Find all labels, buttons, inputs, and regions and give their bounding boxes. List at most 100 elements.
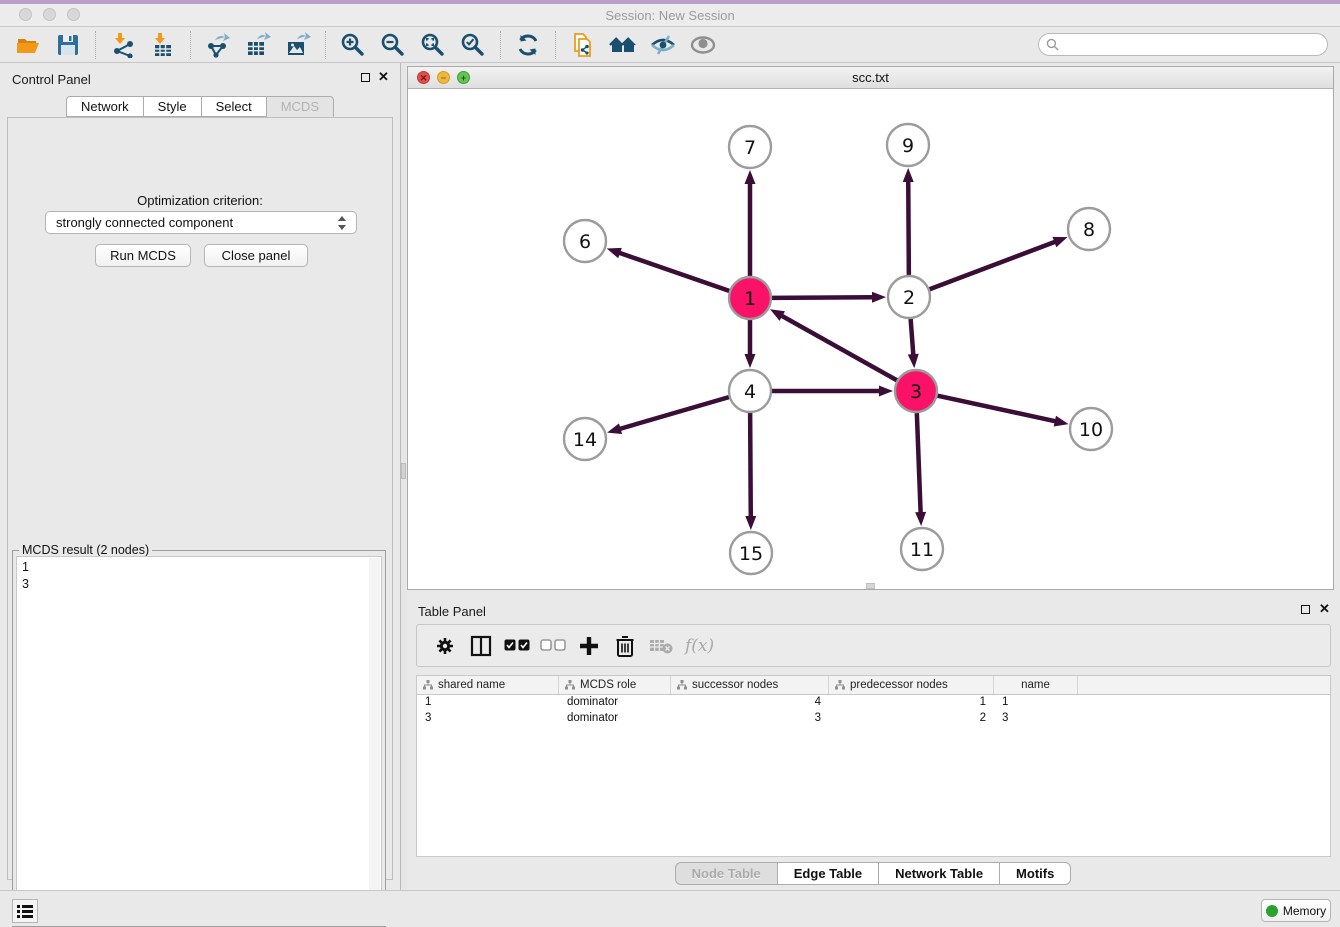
column-header-predecessor-nodes[interactable]: predecessor nodes: [829, 676, 994, 694]
zoom-out-button[interactable]: [376, 30, 410, 60]
edge-arrowhead: [908, 354, 919, 368]
export-image-button[interactable]: [281, 30, 315, 60]
graph-node-15[interactable]: 15: [730, 532, 772, 574]
table-cell[interactable]: dominator: [559, 695, 671, 711]
import-table-button[interactable]: [146, 30, 180, 60]
graph-edge-1-2[interactable]: [772, 297, 874, 298]
edge-arrowhead: [770, 309, 785, 321]
deselect-all-button[interactable]: [535, 629, 571, 663]
network-frame-titlebar[interactable]: ✕ − + scc.txt: [408, 67, 1333, 89]
delete-column-button[interactable]: [607, 629, 643, 663]
close-table-panel-icon[interactable]: ✕: [1319, 601, 1330, 617]
tab-network[interactable]: Network: [66, 96, 144, 117]
function-builder-button[interactable]: f(x): [685, 636, 714, 656]
tab-select[interactable]: Select: [202, 96, 267, 117]
column-settings-button[interactable]: [427, 629, 463, 663]
tab-style[interactable]: Style: [144, 96, 202, 117]
network-canvas[interactable]: 7 9 6 8 1 2 4 3 14 10 15 11: [408, 89, 1333, 589]
table-cell[interactable]: 1: [994, 695, 1078, 711]
add-column-button[interactable]: [571, 629, 607, 663]
hide-selected-button[interactable]: [646, 30, 680, 60]
node-label: 10: [1079, 419, 1103, 441]
search-icon: [1046, 38, 1059, 51]
column-header-shared-name[interactable]: shared name: [417, 676, 559, 694]
graph-edge-4-14[interactable]: [619, 397, 729, 429]
refresh-view-button[interactable]: [511, 30, 545, 60]
tab-node-table[interactable]: Node Table: [675, 862, 778, 885]
graph-edge-1-6[interactable]: [618, 252, 729, 290]
float-table-panel-icon[interactable]: [1301, 605, 1310, 614]
graph-edge-3-1[interactable]: [781, 315, 897, 380]
table-row[interactable]: 3dominator323: [417, 711, 1330, 727]
delete-table-button[interactable]: [643, 629, 679, 663]
graph-edge-2-3[interactable]: [911, 319, 914, 356]
export-network-button[interactable]: [201, 30, 235, 60]
optimization-criterion-label: Optimization criterion:: [8, 193, 392, 208]
import-network-button[interactable]: [106, 30, 140, 60]
table-body: 1dominator4113dominator323: [417, 695, 1330, 727]
zoom-out-icon: [380, 32, 406, 58]
show-all-button[interactable]: [686, 30, 720, 60]
node-table[interactable]: shared nameMCDS rolesuccessor nodesprede…: [416, 675, 1331, 857]
graph-node-4[interactable]: 4: [729, 370, 771, 412]
graph-node-1[interactable]: 1: [729, 277, 771, 319]
table-cell[interactable]: 1: [417, 695, 559, 711]
mcds-result-textarea[interactable]: 13: [16, 556, 382, 922]
split-panel-button[interactable]: [463, 629, 499, 663]
graph-node-9[interactable]: 9: [887, 124, 929, 166]
graph-edge-2-9[interactable]: [908, 180, 909, 275]
graph-node-8[interactable]: 8: [1068, 208, 1110, 250]
graph-node-11[interactable]: 11: [901, 528, 943, 570]
graph-edge-4-15[interactable]: [750, 413, 751, 518]
save-session-button[interactable]: [51, 30, 85, 60]
task-history-button[interactable]: [12, 899, 38, 923]
graph-node-7[interactable]: 7: [729, 126, 771, 168]
tab-network-table[interactable]: Network Table: [879, 862, 1000, 885]
float-panel-icon[interactable]: [361, 73, 370, 82]
table-cell[interactable]: 3: [994, 711, 1078, 727]
graph-node-10[interactable]: 10: [1070, 408, 1112, 450]
column-header-successor-nodes[interactable]: successor nodes: [671, 676, 829, 694]
table-cell[interactable]: 3: [417, 711, 559, 727]
graph-edge-2-8[interactable]: [930, 241, 1057, 289]
graph-node-14[interactable]: 14: [564, 418, 606, 460]
graph-node-3[interactable]: 3: [895, 370, 937, 412]
memory-button[interactable]: Memory: [1261, 899, 1331, 922]
optimization-criterion-select[interactable]: strongly connected component: [45, 211, 357, 234]
run-mcds-button[interactable]: Run MCDS: [95, 244, 191, 267]
tab-edge-table[interactable]: Edge Table: [778, 862, 879, 885]
status-bar: Memory: [0, 890, 1340, 926]
table-cell[interactable]: 3: [671, 711, 829, 727]
graph-edge-3-11[interactable]: [917, 413, 921, 514]
open-session-button[interactable]: [11, 30, 45, 60]
graph-node-2[interactable]: 2: [888, 276, 930, 318]
result-scrollbar[interactable]: [369, 558, 380, 922]
table-cell[interactable]: 4: [671, 695, 829, 711]
table-cell[interactable]: dominator: [559, 711, 671, 727]
unchecked-boxes-icon: [540, 639, 566, 652]
graph-node-6[interactable]: 6: [564, 220, 606, 262]
clone-network-button[interactable]: [566, 30, 600, 60]
select-all-button[interactable]: [499, 629, 535, 663]
export-table-button[interactable]: [241, 30, 275, 60]
splitter-handle[interactable]: [401, 463, 406, 479]
column-header-MCDS-role[interactable]: MCDS role: [559, 676, 671, 694]
table-cell[interactable]: 1: [829, 695, 994, 711]
frame-resize-grip[interactable]: [866, 583, 875, 589]
tab-mcds[interactable]: MCDS: [267, 96, 334, 117]
close-panel-button[interactable]: Close panel: [204, 244, 308, 267]
tab-motifs[interactable]: Motifs: [1000, 862, 1071, 885]
search-field[interactable]: [1038, 33, 1328, 56]
table-cell[interactable]: 2: [829, 711, 994, 727]
zoom-in-button[interactable]: [336, 30, 370, 60]
table-row[interactable]: 1dominator411: [417, 695, 1330, 711]
search-input[interactable]: [1063, 38, 1313, 52]
zoom-selected-button[interactable]: [456, 30, 490, 60]
column-header-name[interactable]: name: [994, 676, 1078, 694]
first-neighbors-button[interactable]: [606, 30, 640, 60]
table-panel: Table Panel ✕: [406, 595, 1340, 890]
graph-edge-3-10[interactable]: [937, 396, 1056, 422]
zoom-fit-icon: [420, 32, 446, 58]
zoom-fit-button[interactable]: [416, 30, 450, 60]
close-panel-icon[interactable]: ✕: [378, 69, 389, 85]
